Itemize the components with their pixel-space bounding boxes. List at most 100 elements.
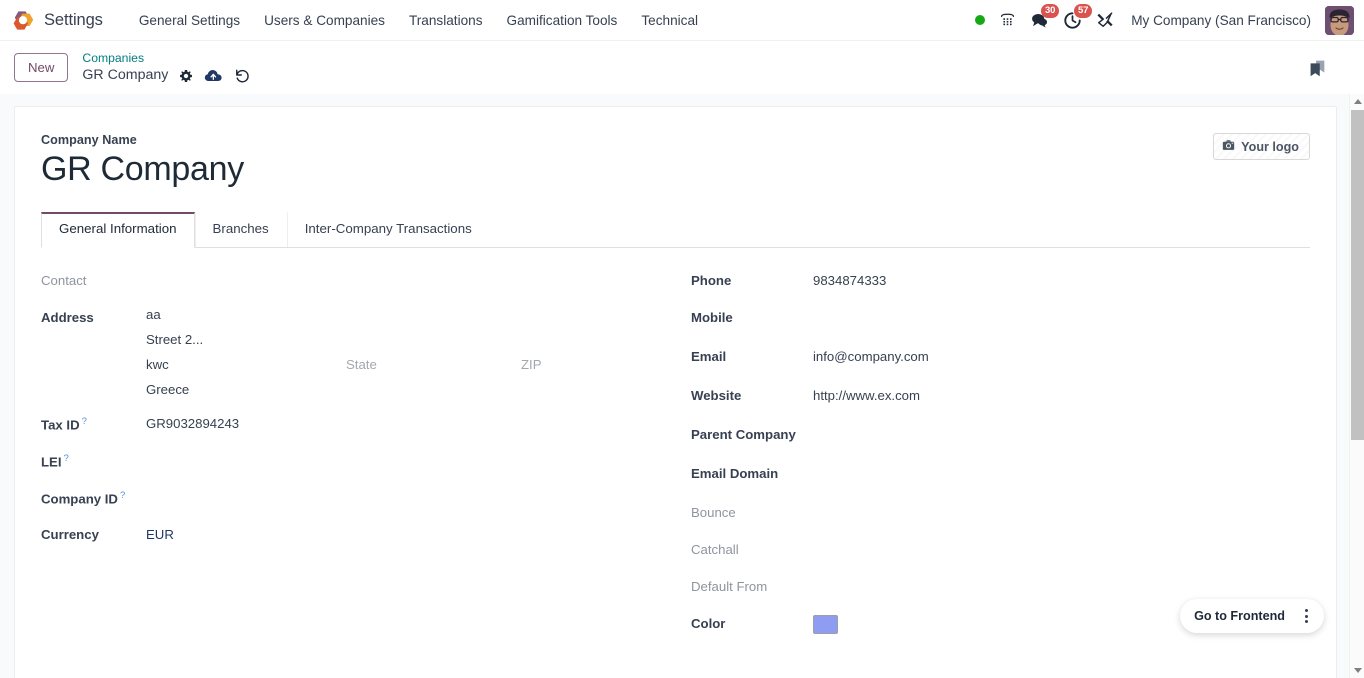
parent-company-label: Parent Company [691,426,796,442]
top-navbar: Settings General Settings Users & Compan… [0,0,1364,41]
field-mobile: Mobile [691,307,1341,335]
bounce-label: Bounce [691,504,736,520]
lei-input[interactable] [146,450,306,469]
field-email: Email info@company.com [691,346,1341,374]
field-company-id: Company ID? [41,487,691,515]
catchall-label: Catchall [691,541,739,557]
contact-label: Contact [41,272,87,288]
user-avatar[interactable] [1325,5,1354,35]
tab-inter-company-transactions[interactable]: Inter-Company Transactions [286,211,490,247]
street2-input[interactable]: Street 2... [146,332,346,347]
company-id-input[interactable] [146,487,306,506]
tax-id-label: Tax ID [41,417,80,433]
mobile-input[interactable] [813,307,973,326]
parent-company-input[interactable] [813,424,973,443]
street-input[interactable]: aa [146,307,346,322]
company-name-input[interactable]: GR Company [41,149,1310,190]
scroll-down-arrow[interactable] [1350,663,1364,678]
bookmark-icon[interactable] [1306,57,1328,79]
systray: 30 57 My Company (San Francisco) [968,3,1364,35]
lei-label: LEI [41,454,62,470]
state-input[interactable]: State [346,357,521,372]
tab-general-information[interactable]: General Information [41,211,195,248]
form-scroll-area: Your logo Company Name GR Company Genera… [0,94,1364,678]
green-status-dot-icon[interactable] [968,11,992,29]
gear-icon[interactable] [179,69,193,83]
menu-item-gamification-tools[interactable]: Gamification Tools [495,7,630,34]
main-menu: General Settings Users & Companies Trans… [127,7,710,34]
phone-dialpad-icon[interactable] [992,8,1023,33]
contact-value[interactable] [146,270,306,289]
company-switcher[interactable]: My Company (San Francisco) [1121,9,1321,32]
email-input[interactable]: info@company.com [813,346,929,365]
your-logo-label: Your logo [1241,139,1299,154]
form-notebook-tabs: General Information Branches Inter-Compa… [41,211,1310,248]
currency-input[interactable]: EUR [146,524,174,543]
country-input[interactable]: Greece [146,382,189,397]
default-from-label: Default From [691,578,768,594]
tax-id-help-icon[interactable]: ? [82,416,87,427]
field-parent-company: Parent Company [691,424,1341,452]
camera-icon [1222,139,1235,154]
undo-discard-icon[interactable] [234,68,250,84]
phone-input[interactable]: 9834874333 [813,270,886,289]
website-input[interactable]: http://www.ex.com [813,385,920,404]
messages-counter[interactable]: 30 [1023,3,1060,34]
currency-label: Currency [41,526,99,542]
lei-help-icon[interactable]: ? [64,453,69,464]
tab-branches[interactable]: Branches [194,211,287,247]
bounce-value [813,502,973,521]
field-catchall: Catchall [691,539,1341,567]
odoo-settings-app: Settings General Settings Users & Compan… [0,0,1364,678]
catchall-value [813,539,973,558]
company-id-label: Company ID [41,491,118,507]
scroll-up-arrow[interactable] [1350,94,1364,109]
field-tax-id: Tax ID? GR9032894243 [41,413,691,441]
field-bounce: Bounce [691,502,1341,530]
city-input[interactable]: kwc [146,357,346,372]
form-right-column: Phone 9834874333 Mobile Email info@compa… [691,270,1341,650]
odoo-logo-icon[interactable] [12,8,36,32]
field-phone: Phone 9834874333 [691,270,1341,298]
zip-input[interactable]: ZIP [521,357,641,372]
address-label: Address [41,309,94,325]
field-address: Address aa Street 2... kwc State ZIP Gre… [41,307,691,401]
kebab-menu-icon[interactable] [1293,603,1319,629]
your-logo-button[interactable]: Your logo [1213,133,1310,160]
color-picker-swatch[interactable] [813,614,838,634]
vertical-scrollbar[interactable] [1349,94,1364,678]
scrollbar-thumb[interactable] [1351,110,1364,440]
address-group: aa Street 2... kwc State ZIP Greece [146,307,641,401]
app-name[interactable]: Settings [44,11,103,30]
website-label: Website [691,387,742,403]
menu-item-users-companies[interactable]: Users & Companies [252,7,397,34]
breadcrumb-item-companies[interactable]: Companies [82,51,250,66]
company-id-help-icon[interactable]: ? [120,490,125,501]
breadcrumb: Companies GR Company [82,51,250,84]
field-email-domain: Email Domain [691,463,1341,491]
tax-id-input[interactable]: GR9032894243 [146,413,239,432]
go-to-frontend-button[interactable]: Go to Frontend [1194,609,1285,623]
phone-label: Phone [691,272,732,288]
color-label: Color [691,615,726,631]
wrench-tools-icon[interactable] [1089,7,1121,33]
field-currency: Currency EUR [41,524,691,552]
menu-item-technical[interactable]: Technical [629,7,710,34]
default-from-value [813,576,973,595]
menu-item-general-settings[interactable]: General Settings [127,7,252,34]
cloud-upload-save-icon[interactable] [204,68,223,83]
form-left-column: Contact Address aa Street 2... kwc State… [41,270,691,650]
email-domain-label: Email Domain [691,465,779,481]
mobile-label: Mobile [691,309,733,325]
control-panel: New Companies GR Company [0,41,1364,94]
email-domain-input[interactable] [813,463,973,482]
activities-counter[interactable]: 57 [1056,3,1093,34]
menu-item-translations[interactable]: Translations [397,7,495,34]
new-button[interactable]: New [14,52,69,83]
company-name-label: Company Name [41,133,137,147]
breadcrumb-current-record: GR Company [82,67,169,84]
field-website: Website http://www.ex.com [691,385,1341,413]
frontend-widget: Go to Frontend [1180,599,1324,633]
field-contact: Contact [41,270,691,298]
company-form-sheet: Your logo Company Name GR Company Genera… [14,106,1337,678]
